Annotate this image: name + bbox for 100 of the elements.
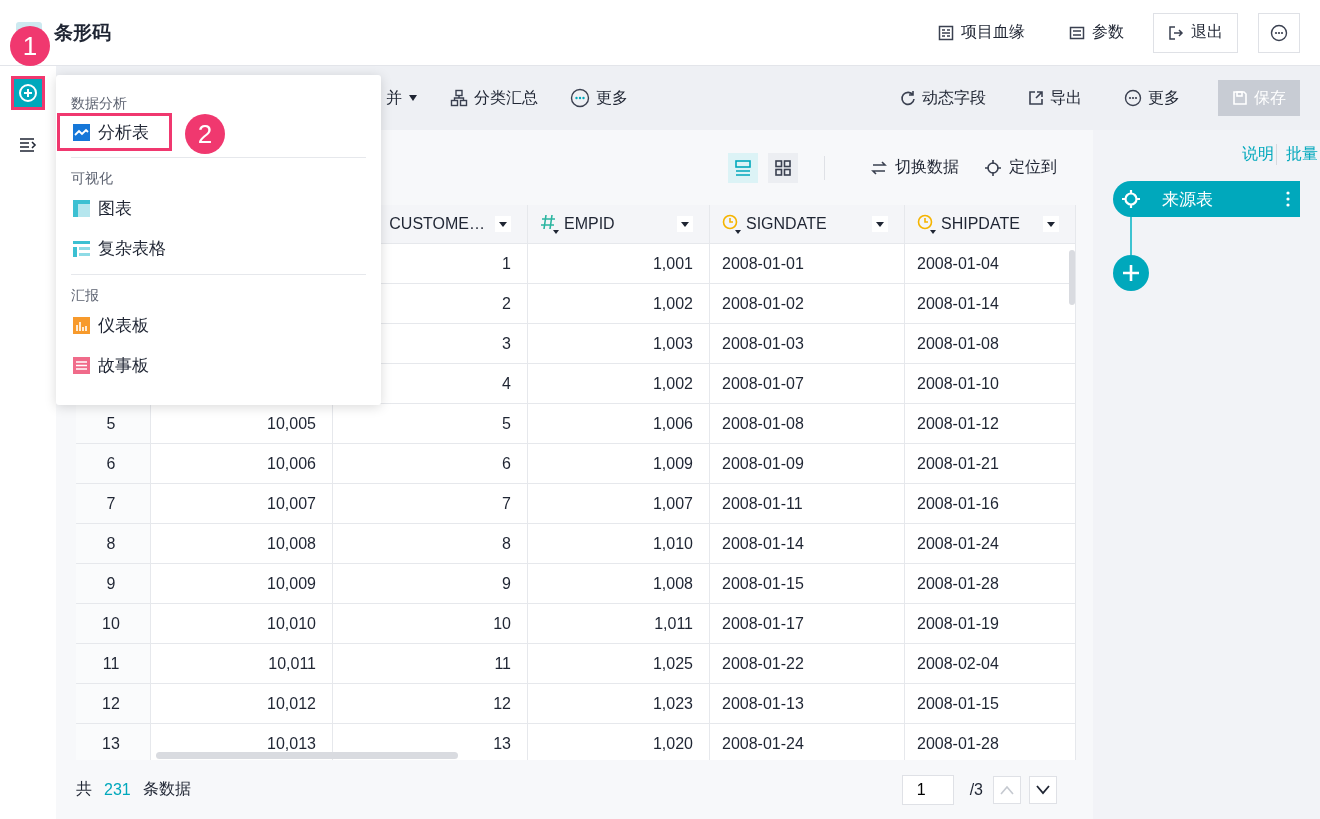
dropdown-icon[interactable] <box>1043 216 1059 232</box>
toolbar-button[interactable]: 动态字段 <box>900 87 986 109</box>
more-icon <box>570 88 590 108</box>
table-cell: 2 <box>502 294 511 313</box>
more-button[interactable] <box>1258 12 1300 53</box>
clock-icon <box>917 213 937 235</box>
export-icon <box>1028 90 1044 106</box>
table-cell: 9 <box>502 574 511 593</box>
grid-view-button[interactable] <box>768 152 798 183</box>
table-cell: 2008-01-04 <box>917 254 999 273</box>
crosshair-icon <box>1122 190 1140 208</box>
row-number: 6 <box>106 454 116 473</box>
params-button[interactable]: 参数 <box>1054 12 1139 53</box>
clock-icon <box>722 213 742 235</box>
add-node-button[interactable] <box>1113 255 1149 291</box>
table-cell: 2008-02-04 <box>917 654 999 673</box>
table-cell: 1,020 <box>652 734 693 753</box>
row-number: 10 <box>102 614 120 633</box>
menu-item[interactable]: 仪表板 <box>57 305 152 345</box>
hierarchy-icon <box>450 89 468 107</box>
crosshair-icon <box>985 159 1001 176</box>
locate-button[interactable]: 定位到 <box>985 157 1057 178</box>
row-number: 12 <box>102 694 120 713</box>
table-cell: 3 <box>502 334 511 353</box>
menu-item[interactable]: 分析表 <box>57 113 172 151</box>
page-total: /3 <box>969 780 983 799</box>
menu-section-title: 可视化 <box>71 169 114 188</box>
table-cell: 1,006 <box>652 414 693 433</box>
table-cell: 10,011 <box>268 654 316 673</box>
toolbar-button[interactable]: 分类汇总 <box>450 87 538 109</box>
dropdown-icon[interactable] <box>872 216 888 232</box>
chart-icon <box>73 199 90 217</box>
page-title: 条形码 <box>54 20 112 45</box>
add-button[interactable] <box>11 76 45 110</box>
record-count: 231 <box>104 780 131 799</box>
refresh-icon <box>900 90 916 106</box>
toolbar-button[interactable]: 更多 <box>1124 87 1180 109</box>
table-cell: 7 <box>502 494 511 513</box>
table-cell: 2008-01-21 <box>917 454 999 473</box>
table-cell: 2008-01-09 <box>722 454 804 473</box>
chevron-up-icon <box>1000 784 1014 795</box>
plus-icon <box>1122 264 1140 282</box>
table-cell: 2008-01-10 <box>917 374 999 393</box>
document-icon <box>73 356 90 374</box>
table-cell: 10,009 <box>267 574 316 593</box>
row-number: 7 <box>106 494 116 513</box>
table-cell: 11 <box>494 654 511 673</box>
toolbar-button[interactable]: 并 <box>386 87 418 109</box>
table-cell: 4 <box>502 374 511 393</box>
table-cell: 1,023 <box>652 694 693 713</box>
lineage-icon <box>938 24 954 41</box>
column-header: SIGNDATE <box>746 215 828 233</box>
exit-button[interactable]: 退出 <box>1153 12 1238 53</box>
table-cell: 10,006 <box>267 454 316 473</box>
toolbar-button[interactable]: 更多 <box>570 87 628 109</box>
table-cell: 5 <box>502 414 511 433</box>
column-header: CUSTOME… <box>388 215 486 233</box>
dropdown-icon[interactable] <box>677 216 693 232</box>
total-label: 共 <box>76 779 92 799</box>
records-label: 条数据 <box>142 779 191 799</box>
table-cell: 2008-01-08 <box>722 414 804 433</box>
menu-item[interactable]: 图表 <box>57 188 135 228</box>
dashboard-icon <box>73 316 90 334</box>
table-cell: 1,007 <box>652 494 693 513</box>
lineage-button[interactable]: 项目血缘 <box>923 12 1040 53</box>
exit-icon <box>1168 24 1184 41</box>
toolbar-button[interactable]: 导出 <box>1028 87 1082 109</box>
table-cell: 1,011 <box>654 614 693 633</box>
table-cell: 2008-01-14 <box>722 534 804 553</box>
table-cell: 2008-01-19 <box>917 614 999 633</box>
table-cell: 1,002 <box>652 294 693 313</box>
table-cell: 1 <box>502 254 511 273</box>
row-number: 9 <box>106 574 116 593</box>
menu-item[interactable]: 故事板 <box>57 345 152 385</box>
table-cell: 1,010 <box>652 534 693 553</box>
row-number: 5 <box>106 414 116 433</box>
table-cell: 10 <box>493 614 511 633</box>
save-icon <box>1232 90 1248 106</box>
row-number: 8 <box>106 534 116 553</box>
rows-icon <box>735 159 751 176</box>
kebab-icon[interactable] <box>1286 191 1290 207</box>
table-cell: 2008-01-14 <box>917 294 999 313</box>
horizontal-scrollbar[interactable] <box>156 752 458 759</box>
menu-item[interactable]: 复杂表格 <box>57 228 169 268</box>
table-cell: 10,010 <box>267 614 316 633</box>
dropdown-icon[interactable] <box>495 216 511 232</box>
table-cell: 12 <box>493 694 511 713</box>
table-cell: 10,007 <box>267 494 316 513</box>
next-page-button[interactable] <box>1029 775 1057 804</box>
table-cell: 2008-01-13 <box>722 694 804 713</box>
table-cell: 8 <box>502 534 511 553</box>
table-cell: 2008-01-16 <box>917 494 999 513</box>
switch-data-button[interactable]: 切换数据 <box>871 157 959 178</box>
vertical-scrollbar[interactable] <box>1069 250 1075 305</box>
table-cell: 1,008 <box>652 574 693 593</box>
page-field[interactable]: 1 <box>901 774 954 805</box>
table-cell: 10,012 <box>267 694 316 713</box>
table-cell: 2008-01-01 <box>722 254 804 273</box>
table-cell: 1,009 <box>652 454 693 473</box>
table-icon <box>73 239 90 257</box>
